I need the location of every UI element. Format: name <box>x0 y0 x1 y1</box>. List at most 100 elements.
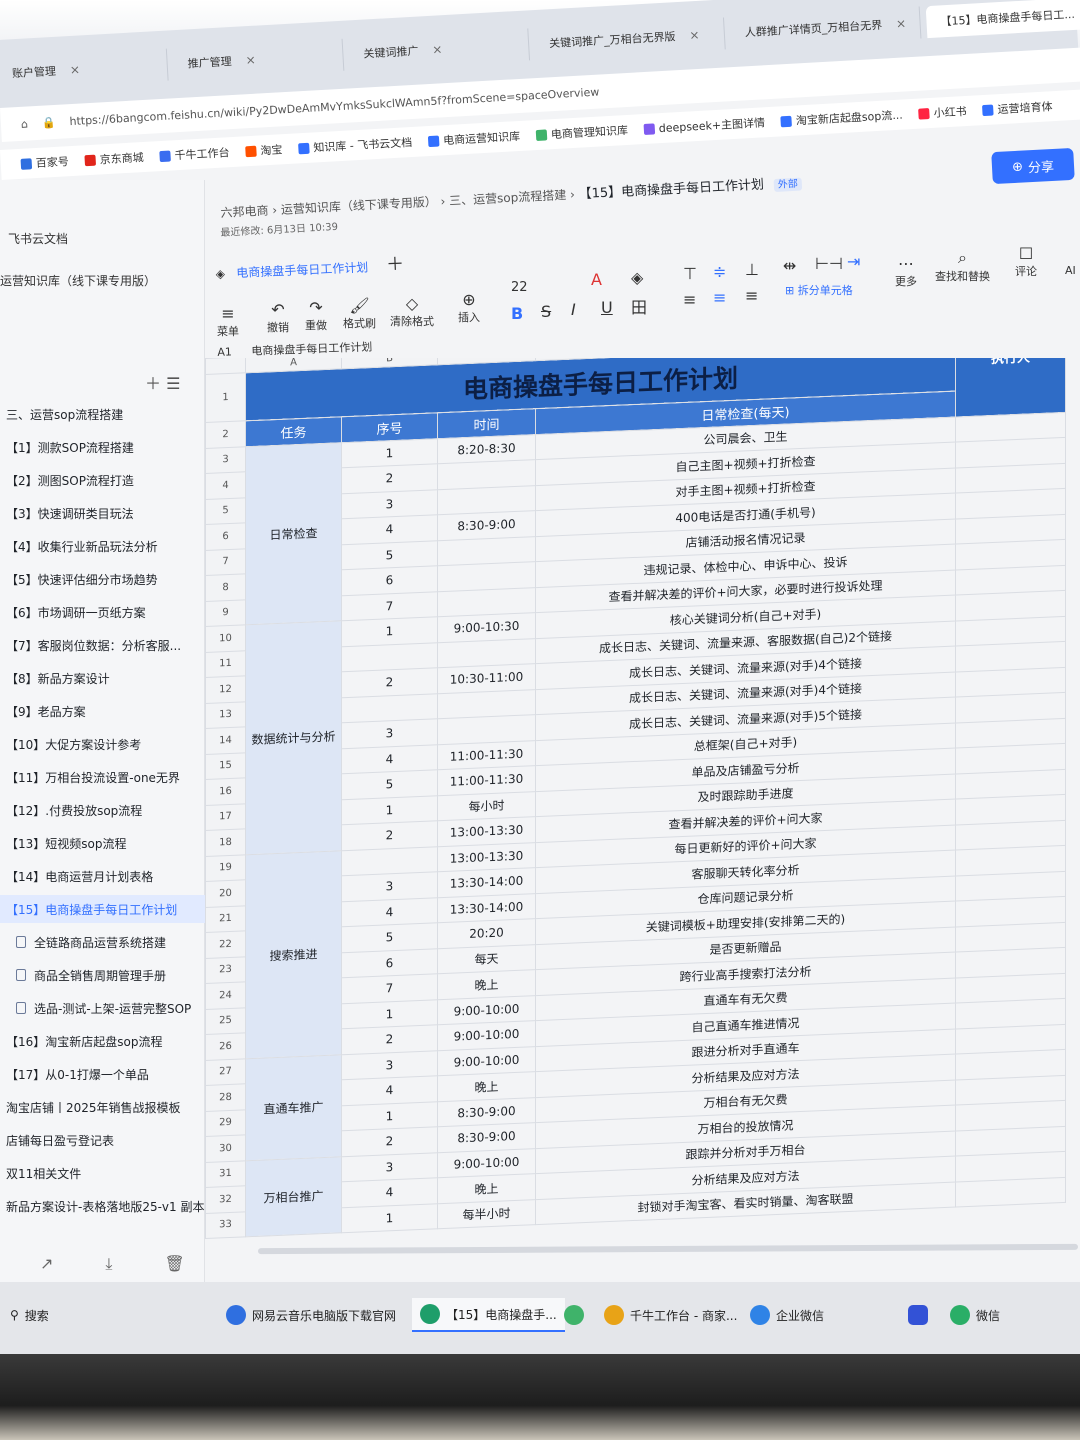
row-header[interactable]: 4 <box>205 471 246 499</box>
browser-tab-active[interactable]: 【15】电商操盘手每日工... <box>925 0 1080 39</box>
sidebar-subitem[interactable]: 选品-测试-上架-运营完整SOP <box>0 994 205 1022</box>
row-header[interactable]: 33 <box>205 1211 246 1239</box>
taskbar-item[interactable]: 网易云音乐电脑版下载官网 <box>218 1298 404 1332</box>
italic-icon[interactable]: I <box>571 300 576 319</box>
sidebar-item[interactable]: 【2】测图SOP流程打造 <box>0 466 205 494</box>
bookmark-item[interactable]: 知识库 - 飞书云文档 <box>298 134 413 156</box>
sidebar-item[interactable]: 店铺每日盈亏登记表 <box>0 1126 205 1154</box>
sidebar-item[interactable]: 【6】市场调研一页纸方案 <box>0 598 205 626</box>
add-icon[interactable]: ＋ <box>145 374 161 393</box>
task-group-cell[interactable]: 直通车推广 <box>245 1054 342 1161</box>
task-group-cell[interactable]: 万相台推广 <box>245 1156 342 1237</box>
align-right-icon[interactable]: ≡ <box>745 286 758 305</box>
font-color-icon[interactable]: A <box>591 270 602 289</box>
taskbar-item[interactable]: 千牛工作台 - 商家... <box>596 1298 745 1332</box>
bookmark-item[interactable]: deepseek+主图详情 <box>643 114 765 137</box>
task-group-cell[interactable]: 数据统计与分析 <box>245 620 342 855</box>
formula-value[interactable]: 电商操盘手每日工作计划 <box>251 339 372 359</box>
sidebar-item[interactable]: 双11相关文件 <box>0 1159 205 1187</box>
close-icon[interactable]: × <box>896 16 907 31</box>
browser-tab[interactable]: 推广管理 × <box>172 38 345 81</box>
align-bottom-icon[interactable]: ⊥ <box>745 260 759 279</box>
row-header[interactable]: 6 <box>205 522 246 550</box>
row-header[interactable]: 23 <box>205 956 246 984</box>
column-width-icon[interactable]: ⊢⊣ <box>815 254 843 273</box>
bookmark-item[interactable]: 京东商城 <box>84 149 144 168</box>
sidebar-item-current[interactable]: 【15】电商操盘手每日工作计划 <box>0 895 205 923</box>
sidebar-item[interactable]: 【11】万相台投流设置-one无界 <box>0 763 205 791</box>
underline-icon[interactable]: U <box>601 298 613 317</box>
row-header[interactable]: 19 <box>205 854 246 882</box>
sidebar-item[interactable]: 【12】.付费投放sop流程 <box>0 796 205 824</box>
row-header[interactable]: 15 <box>205 752 246 780</box>
row-header[interactable]: 21 <box>205 905 246 933</box>
menu-button[interactable]: ≡ 菜单 <box>217 304 239 339</box>
taskbar-search[interactable]: ⚲ 搜索 <box>2 1298 57 1332</box>
sidebar-item[interactable]: 【14】电商运营月计划表格 <box>0 862 205 890</box>
split-cells-button[interactable]: ⊞ 拆分单元格 <box>785 282 853 298</box>
sidebar-item[interactable]: 【9】老品方案 <box>0 697 205 725</box>
row-header[interactable]: 8 <box>205 573 246 601</box>
browser-tab[interactable]: 关键词推广 × <box>348 28 531 71</box>
row-header[interactable]: 27 <box>205 1058 246 1086</box>
bookmark-item[interactable]: 百家号 <box>20 153 69 172</box>
close-icon[interactable]: × <box>69 62 80 77</box>
sidebar-item[interactable]: 【3】快速调研类目玩法 <box>0 499 205 527</box>
row-header[interactable]: 9 <box>205 599 246 627</box>
sidebar-subitem[interactable]: 全链路商品运营系统搭建 <box>0 928 205 956</box>
row-header[interactable]: 22 <box>205 930 246 958</box>
find-replace-button[interactable]: ⌕ 查找和替换 <box>935 248 990 284</box>
bookmark-item[interactable]: 电商运营知识库 <box>427 128 521 149</box>
sidebar-item[interactable]: 【16】淘宝新店起盘sop流程 <box>0 1027 205 1055</box>
sidebar-item[interactable]: 【10】大促方案设计参考 <box>0 730 205 758</box>
bookmark-item[interactable]: 电商管理知识库 <box>535 122 629 143</box>
bookmark-item[interactable]: 千牛工作台 <box>159 144 230 164</box>
executor-cell[interactable] <box>955 1176 1066 1208</box>
row-header[interactable]: 24 <box>205 981 246 1009</box>
strikethrough-icon[interactable]: S <box>541 302 551 321</box>
sidebar-item[interactable]: 【4】收集行业新品玩法分析 <box>0 532 205 560</box>
align-center-icon[interactable]: ≡ <box>713 288 726 307</box>
row-header[interactable]: 1 <box>205 372 246 423</box>
bookmark-item[interactable]: 淘宝 <box>245 141 283 159</box>
taskbar-item[interactable] <box>556 1298 592 1332</box>
freeze-icon[interactable]: ⇹ <box>783 256 796 275</box>
knowledge-base-title[interactable]: 运营知识库（线下课专用版） <box>0 272 156 289</box>
home-icon[interactable]: ⌂ <box>21 117 29 130</box>
sidebar-item[interactable]: 【8】新品方案设计 <box>0 664 205 692</box>
row-header[interactable]: 16 <box>205 777 246 805</box>
clear-format-button[interactable]: ◇ 清除格式 <box>390 294 434 329</box>
sidebar-item[interactable]: 【5】快速评估细分市场趋势 <box>0 565 205 593</box>
list-icon[interactable]: ☰ <box>166 374 180 393</box>
breadcrumb-item[interactable]: 运营知识库（线下课专用版） <box>281 195 438 217</box>
row-header[interactable]: 3 <box>205 446 246 474</box>
insert-button[interactable]: ⊕ 插入 <box>458 290 480 325</box>
row-header[interactable]: 32 <box>205 1185 246 1213</box>
taskbar-item-active[interactable]: 【15】电商操盘手... <box>412 1298 565 1332</box>
sidebar-item[interactable]: 淘宝店铺丨2025年销售战报模板 <box>0 1093 205 1121</box>
close-icon[interactable]: × <box>689 28 700 43</box>
browser-tab[interactable]: 账户管理 × <box>0 48 169 91</box>
row-header[interactable]: 17 <box>205 803 246 831</box>
browser-tab[interactable]: 关键词推广_万相台无界版 × <box>534 17 726 60</box>
align-left-icon[interactable]: ≡ <box>683 290 696 309</box>
sidebar-subitem[interactable]: 商品全销售周期管理手册 <box>0 961 205 989</box>
browser-tab[interactable]: 人群推广详情页_万相台无界 × <box>729 6 922 50</box>
align-top-icon[interactable]: ⊤ <box>683 264 697 283</box>
fill-color-icon[interactable]: ◈ <box>631 268 643 287</box>
sidebar-item[interactable]: 新品方案设计-表格落地版25-v1 副本 <box>0 1192 205 1220</box>
row-header[interactable]: 26 <box>205 1032 246 1060</box>
sidebar-item[interactable]: 【17】从0-1打爆一个单品 <box>0 1060 205 1088</box>
bold-icon[interactable]: B <box>511 304 523 323</box>
trash-icon[interactable]: 🗑 <box>164 1254 184 1274</box>
align-middle-icon[interactable]: ≑ <box>713 262 726 281</box>
close-icon[interactable]: × <box>432 42 443 57</box>
bookmark-item[interactable]: 淘宝新店起盘sop流... <box>780 107 904 130</box>
executor-header[interactable]: 执行人 <box>955 358 1066 417</box>
row-header[interactable]: 20 <box>205 879 246 907</box>
breadcrumb-item[interactable]: 三、运营sop流程搭建 <box>449 188 567 208</box>
index-cell[interactable]: 1 <box>341 1203 438 1233</box>
row-header[interactable]: 29 <box>205 1109 246 1137</box>
comment-button[interactable]: ☐ 评论 <box>1015 244 1037 279</box>
row-header[interactable]: 31 <box>205 1160 246 1188</box>
